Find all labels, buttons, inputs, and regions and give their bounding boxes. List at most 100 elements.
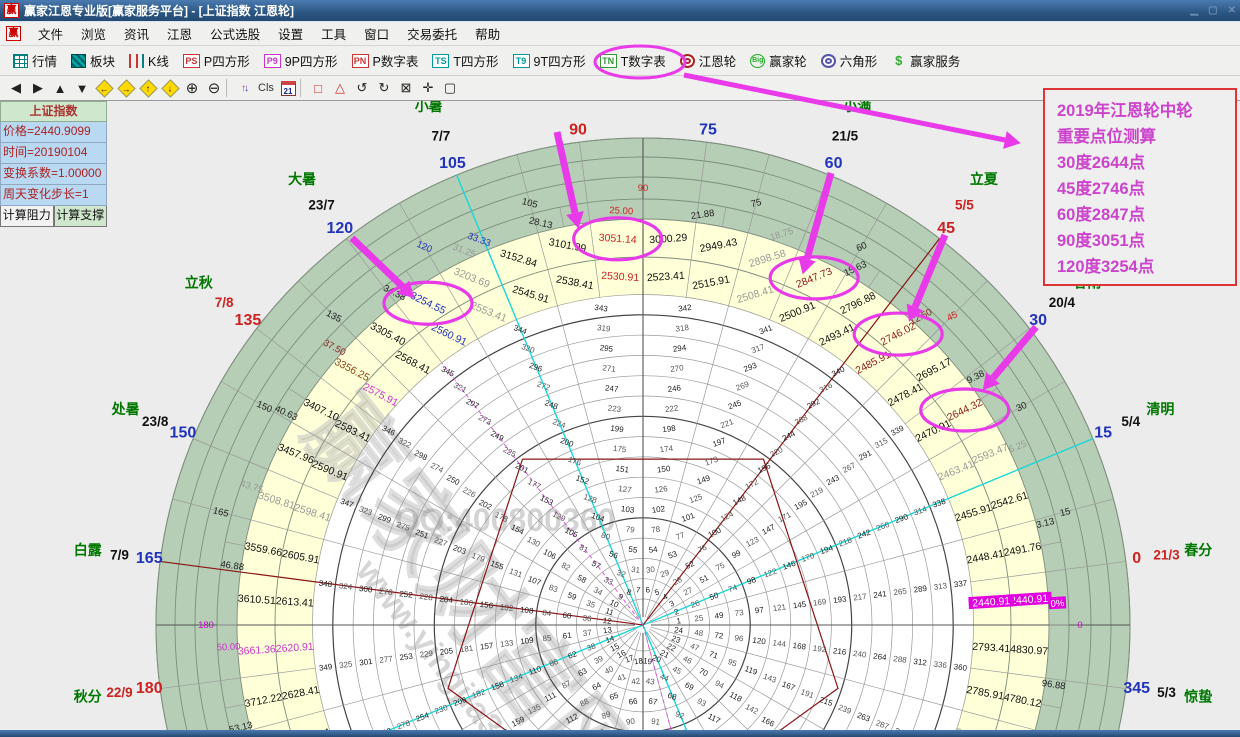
calendar-21-icon[interactable]: 21 (278, 78, 298, 98)
toolbar-item-行情[interactable]: 行情 (6, 46, 64, 75)
svg-text:175: 175 (612, 444, 627, 455)
spiral-number: 25 (694, 613, 705, 623)
spiral-number: 42 (631, 676, 642, 686)
date-label: 23/7 (308, 197, 334, 212)
svg-text:151: 151 (615, 464, 630, 475)
toolbar-item-六角形[interactable]: 六角形 (814, 46, 885, 75)
menu-item-文件[interactable]: 文件 (29, 24, 72, 43)
spiral-number: 90 (625, 717, 636, 727)
solar-term-label: 大暑 (288, 171, 316, 187)
square-icon[interactable]: □ (308, 78, 328, 98)
toolbar-item-P四方形[interactable]: PSP四方形 (176, 46, 257, 75)
svg-text:180: 180 (136, 680, 163, 697)
toolbar-item-T四方形[interactable]: TST四方形 (425, 46, 505, 75)
diamond-left-icon[interactable]: ← (94, 78, 114, 98)
status-bar (0, 730, 1240, 737)
diamond-down-icon[interactable]: ↓ (160, 78, 180, 98)
spiral-number: 247 (605, 383, 620, 394)
svg-text:3000.29: 3000.29 (649, 232, 688, 246)
calc-resistance-button[interactable]: 计算阻力 (0, 206, 54, 227)
percent-ring-value: 50.00 (216, 641, 240, 653)
maximize-icon[interactable]: ▢ (1208, 5, 1217, 16)
menu-item-工具[interactable]: 工具 (312, 24, 355, 43)
zoom-out-icon[interactable]: ⊖ (204, 78, 224, 98)
annotation-line-5: 90度3051点 (1057, 228, 1235, 254)
minimize-icon[interactable]: ▁ (1190, 5, 1198, 16)
cls-icon[interactable]: Cls (256, 78, 276, 98)
PN-icon: PN (352, 54, 369, 68)
spiral-number: 24 (674, 625, 685, 635)
spiral-number: 277 (379, 654, 394, 665)
close-icon[interactable]: ✕ (1228, 5, 1236, 16)
spiral-number: 48 (694, 628, 705, 638)
crosshair-icon[interactable]: ✛ (418, 78, 438, 98)
sep (226, 79, 232, 97)
diamond-up-icon[interactable]: ↑ (138, 78, 158, 98)
P9-icon: P9 (264, 54, 281, 68)
nav-left-icon[interactable]: ◀ (6, 78, 26, 98)
toolbar-item-赢家轮[interactable]: Big赢家轮 (743, 46, 814, 75)
instrument-info-panel: 上证指数 价格=2440.9099 时间=20190104 变换系数=1.000… (0, 101, 107, 227)
nav-up-icon[interactable]: ▲ (50, 78, 70, 98)
toolbar-item-板块[interactable]: 板块 (64, 46, 122, 75)
nav-right-icon[interactable]: ▶ (28, 78, 48, 98)
menu-item-资讯[interactable]: 资讯 (115, 24, 158, 43)
zoom-in-icon[interactable]: ⊕ (182, 78, 202, 98)
spiral-number: 300 (359, 584, 374, 595)
spiral-number: 198 (662, 424, 677, 435)
annotation-line-6: 120度3254点 (1057, 254, 1235, 280)
toolbar-item-T数字表[interactable]: TNT数字表 (593, 46, 673, 75)
spiral-number: 318 (675, 323, 690, 334)
spiral-number: 270 (670, 363, 685, 374)
toolbar-item-赢家服务[interactable]: $赢家服务 (884, 46, 967, 75)
svg-text:174: 174 (659, 444, 674, 455)
spiral-number: 72 (714, 631, 725, 641)
svg-text:348: 348 (318, 579, 333, 590)
svg-text:3610.51: 3610.51 (237, 593, 276, 607)
svg-text:336: 336 (933, 660, 948, 671)
toolbar-item-9T四方形[interactable]: T99T四方形 (506, 46, 593, 75)
menu-item-帮助[interactable]: 帮助 (466, 24, 509, 43)
svg-text:96: 96 (734, 633, 745, 643)
svg-text:337: 337 (953, 579, 968, 590)
menu-item-公式选股[interactable]: 公式选股 (201, 24, 269, 43)
annotation-line-0: 2019年江恩轮中轮 (1057, 98, 1235, 124)
toolbar-item-P数字表[interactable]: PNP数字表 (345, 46, 426, 75)
toolbar-label-T数字表: T数字表 (621, 51, 666, 70)
diamond-right-icon[interactable]: → (116, 78, 136, 98)
rotate-ccw-icon[interactable]: ↺ (352, 78, 372, 98)
toolbar-label-9T四方形: 9T四方形 (534, 51, 586, 70)
big-degree-label: 135 (235, 312, 262, 329)
calc-support-button[interactable]: 计算支撑 (54, 206, 108, 227)
toolbar-item-江恩轮[interactable]: 江恩轮 (673, 46, 744, 75)
svg-text:22/9: 22/9 (106, 685, 132, 700)
menu-item-窗口[interactable]: 窗口 (355, 24, 398, 43)
svg-text:168: 168 (792, 641, 807, 652)
menu-item-江恩[interactable]: 江恩 (158, 24, 201, 43)
menu-item-浏览[interactable]: 浏览 (72, 24, 115, 43)
toolbar-item-9P四方形[interactable]: P99P四方形 (257, 46, 345, 75)
menu-item-设置[interactable]: 设置 (269, 24, 312, 43)
svg-text:3661.36: 3661.36 (238, 643, 277, 657)
updown-icon[interactable]: ↑↓ (234, 78, 254, 98)
date-label: 7/8 (215, 295, 234, 310)
svg-text:78: 78 (651, 525, 662, 535)
toolbar-item-K线[interactable]: K线 (122, 46, 176, 75)
percent-ring-value: 0% (1049, 596, 1067, 610)
boxed-x-icon[interactable]: ⊠ (396, 78, 416, 98)
spiral-number: 79 (625, 525, 636, 535)
triangle-icon[interactable]: △ (330, 78, 350, 98)
spiral-number: 246 (667, 383, 682, 394)
svg-text:31: 31 (631, 565, 642, 575)
window-controls[interactable]: ▁ ▢ ✕ (1190, 5, 1236, 16)
svg-text:2523.41: 2523.41 (647, 270, 686, 284)
nav-down-icon[interactable]: ▼ (72, 78, 92, 98)
svg-text:223: 223 (607, 404, 622, 415)
svg-text:133: 133 (500, 638, 515, 649)
rotate-cw-icon[interactable]: ↻ (374, 78, 394, 98)
menu-item-交易委托[interactable]: 交易委托 (398, 24, 466, 43)
solar-term-label: 春分 (1183, 542, 1212, 558)
svg-text:2530.91: 2530.91 (601, 270, 640, 284)
svg-text:157: 157 (479, 641, 494, 652)
select-box-icon[interactable]: ▢ (440, 78, 460, 98)
